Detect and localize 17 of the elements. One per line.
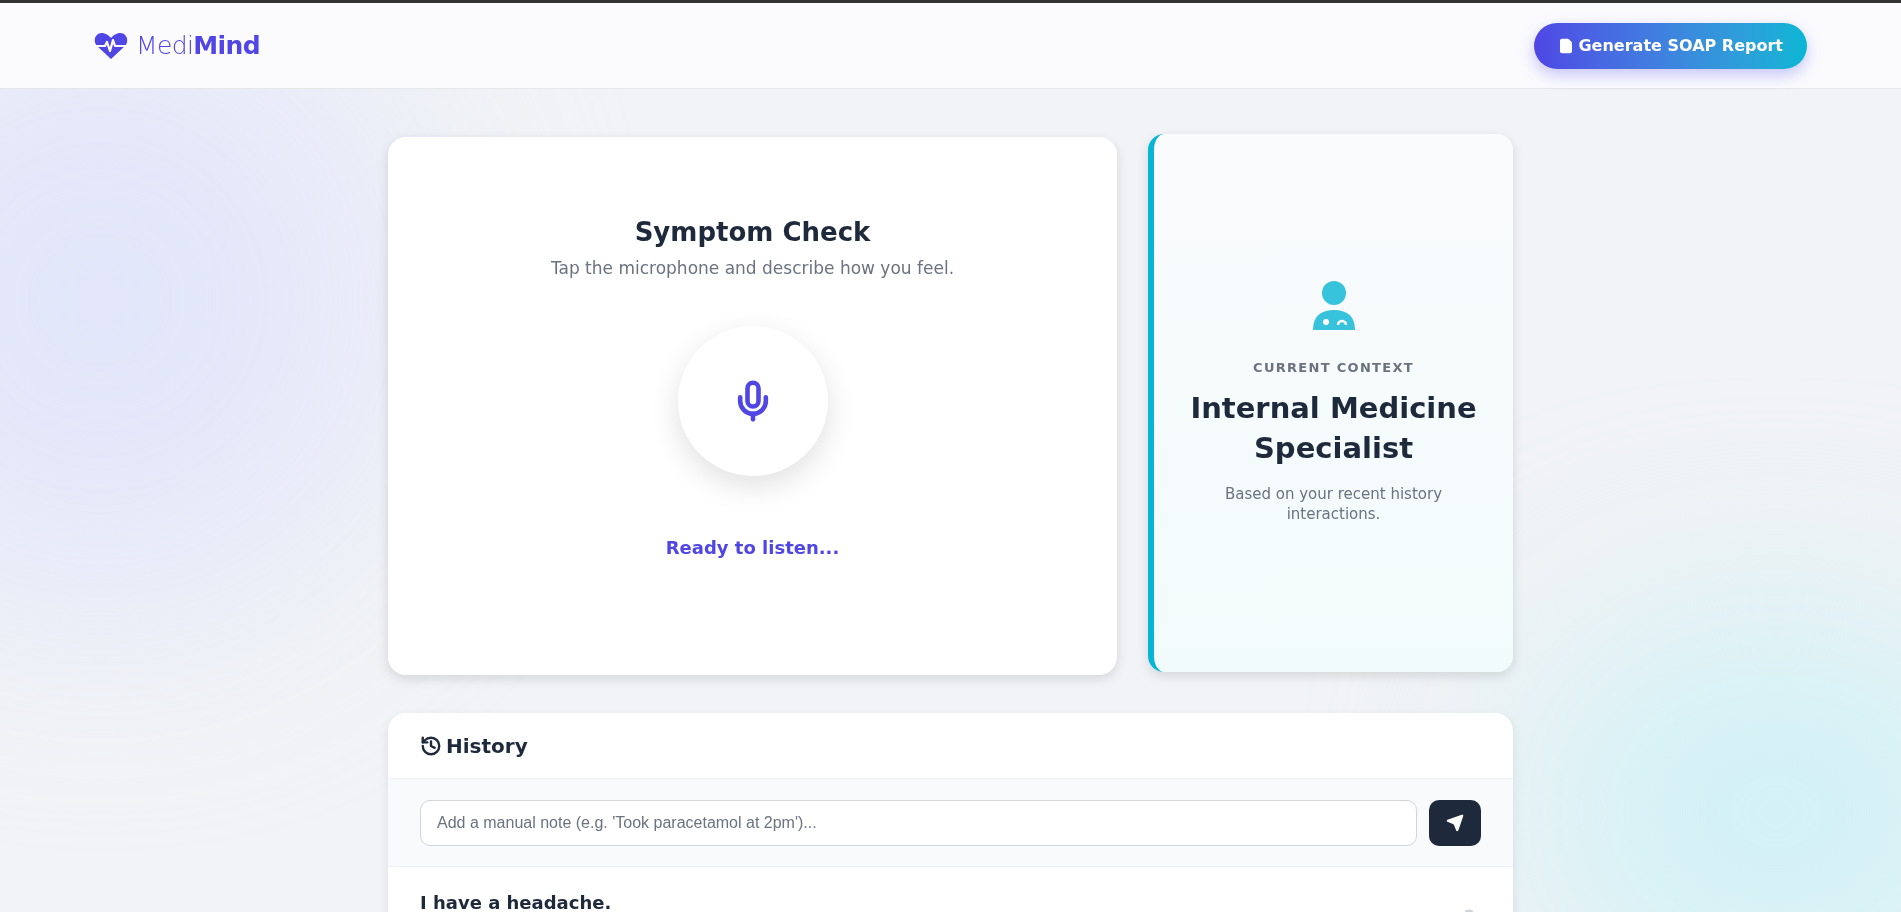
send-icon	[1446, 813, 1464, 832]
context-note: Based on your recent history interactions.	[1223, 483, 1444, 524]
card-title: Symptom Check	[634, 216, 871, 249]
heartbeat-logo-icon	[94, 31, 128, 60]
card-subtitle: Tap the microphone and describe how you feel.	[550, 257, 955, 280]
doctor-icon	[1310, 280, 1357, 332]
specialist-title: Internal Medicine Specialist	[1189, 389, 1478, 467]
history-entry-text: I have a headache.	[420, 891, 612, 912]
app-logo-text: MediMind	[136, 29, 260, 62]
history-icon	[420, 734, 442, 757]
send-button[interactable]	[1429, 799, 1481, 846]
generate-report-button[interactable]: Generate SOAP Report	[1534, 22, 1807, 69]
history-title: History	[446, 732, 528, 760]
note-input-field[interactable]: Add a manual note (e.g. 'Took paracetamol at 2pm')...	[420, 799, 1417, 846]
context-label: CURRENT CONTEXT	[1253, 359, 1414, 377]
listening-status: Ready to listen...	[665, 535, 840, 560]
document-icon	[1558, 37, 1575, 54]
